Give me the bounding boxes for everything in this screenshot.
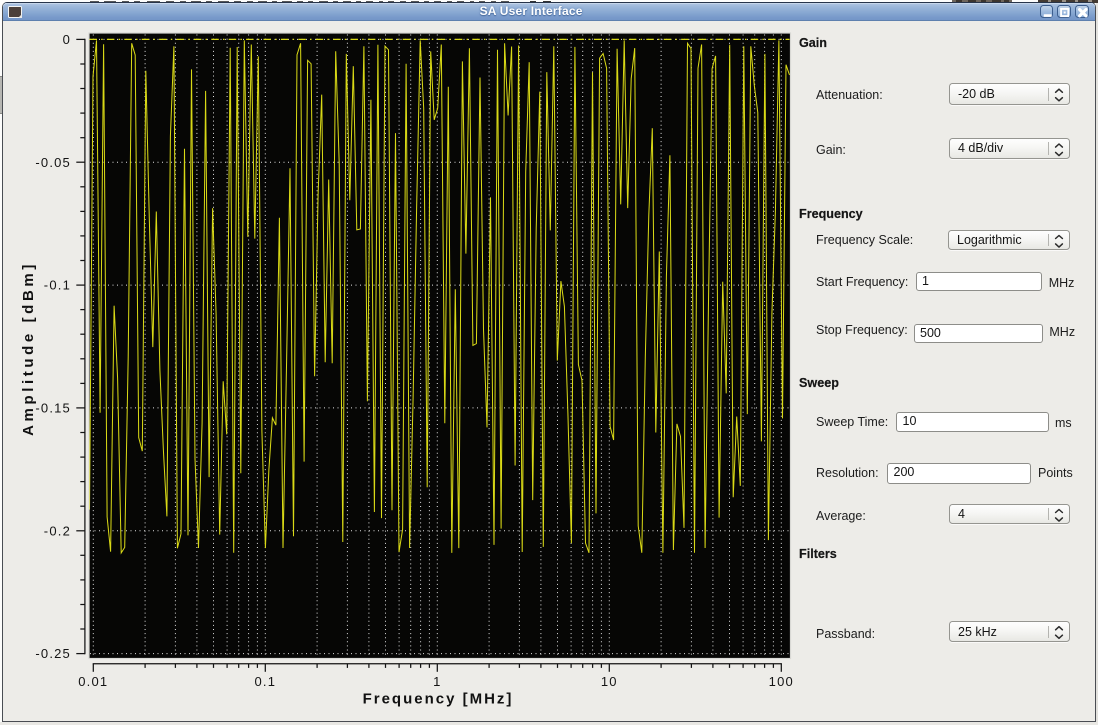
svg-text:0.1: 0.1 (254, 674, 276, 689)
svg-text:-0.15: -0.15 (35, 401, 71, 416)
svg-text:-0.2: -0.2 (44, 523, 71, 538)
svg-text:-0.05: -0.05 (35, 155, 71, 170)
svg-text:10: 10 (601, 674, 618, 689)
svg-text:-0.1: -0.1 (44, 278, 71, 293)
svg-text:Frequency [MHz]: Frequency [MHz] (363, 691, 514, 708)
svg-text:1: 1 (433, 674, 441, 689)
svg-text:0: 0 (63, 32, 71, 47)
svg-text:-0.25: -0.25 (35, 646, 71, 661)
svg-text:100: 100 (769, 674, 794, 689)
svg-text:0.01: 0.01 (78, 674, 108, 689)
svg-text:Amplitude [dBm]: Amplitude [dBm] (20, 261, 37, 436)
